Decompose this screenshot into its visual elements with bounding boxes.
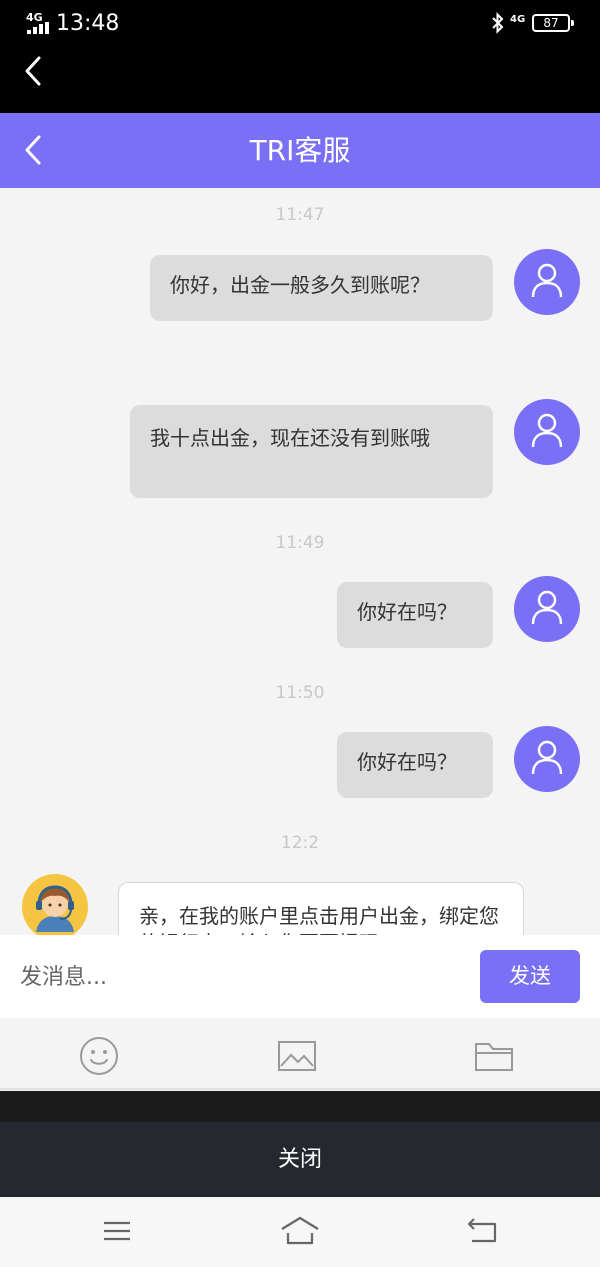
- menu-icon[interactable]: [102, 1215, 132, 1247]
- message-bubble: 你好在吗？: [337, 582, 493, 648]
- overlay-divider: [0, 1091, 600, 1122]
- timestamp: 12:2: [280, 833, 320, 853]
- user-avatar[interactable]: [514, 249, 580, 315]
- user-avatar[interactable]: [514, 726, 580, 792]
- user-icon: [531, 590, 563, 625]
- timestamp: 11:49: [275, 533, 325, 553]
- agent-avatar[interactable]: [22, 874, 88, 935]
- status-bar: 4G 13:48 4G 87: [0, 0, 600, 48]
- user-avatar[interactable]: [514, 399, 580, 465]
- return-icon[interactable]: [466, 1215, 498, 1247]
- browser-nav-bar: [0, 48, 600, 113]
- page-title: TRI客服: [249, 134, 351, 167]
- user-avatar[interactable]: [514, 576, 580, 642]
- system-nav-bar: [0, 1197, 600, 1267]
- timestamp: 11:50: [275, 683, 325, 703]
- message-composer: 发送: [0, 935, 600, 1018]
- timestamp: 11:47: [275, 205, 325, 225]
- battery-icon: 87: [532, 14, 574, 32]
- bluetooth-icon: [492, 12, 504, 34]
- folder-icon[interactable]: [474, 1036, 514, 1076]
- emoji-icon[interactable]: [79, 1036, 119, 1076]
- close-button[interactable]: 关闭: [0, 1122, 600, 1197]
- back-icon[interactable]: [22, 54, 44, 88]
- agent-message-bubble: 亲，在我的账户里点击用户出金，绑定您的银行卡，输入您要要提现: [118, 882, 524, 935]
- chat-messages[interactable]: 11:47 你好，出金一般多久到账呢？ 我十点出金，现在还没有到账哦 11:49…: [0, 188, 600, 935]
- user-icon: [531, 740, 563, 775]
- signal-icon: [27, 22, 51, 34]
- message-bubble: 你好在吗？: [337, 732, 493, 798]
- message-input[interactable]: [20, 957, 460, 997]
- attachment-toolbar: [0, 1018, 600, 1090]
- status-time: 13:48: [56, 11, 120, 36]
- user-icon: [531, 413, 563, 448]
- send-button[interactable]: 发送: [480, 950, 580, 1003]
- user-icon: [531, 263, 563, 298]
- message-bubble: 我十点出金，现在还没有到账哦: [130, 405, 493, 498]
- support-agent-icon: [36, 885, 74, 932]
- message-bubble: 你好，出金一般多久到账呢？: [150, 255, 493, 321]
- chat-header: TRI客服: [0, 113, 600, 188]
- image-icon[interactable]: [277, 1036, 317, 1076]
- home-icon[interactable]: [280, 1215, 320, 1247]
- network-label-right: 4G: [510, 14, 526, 25]
